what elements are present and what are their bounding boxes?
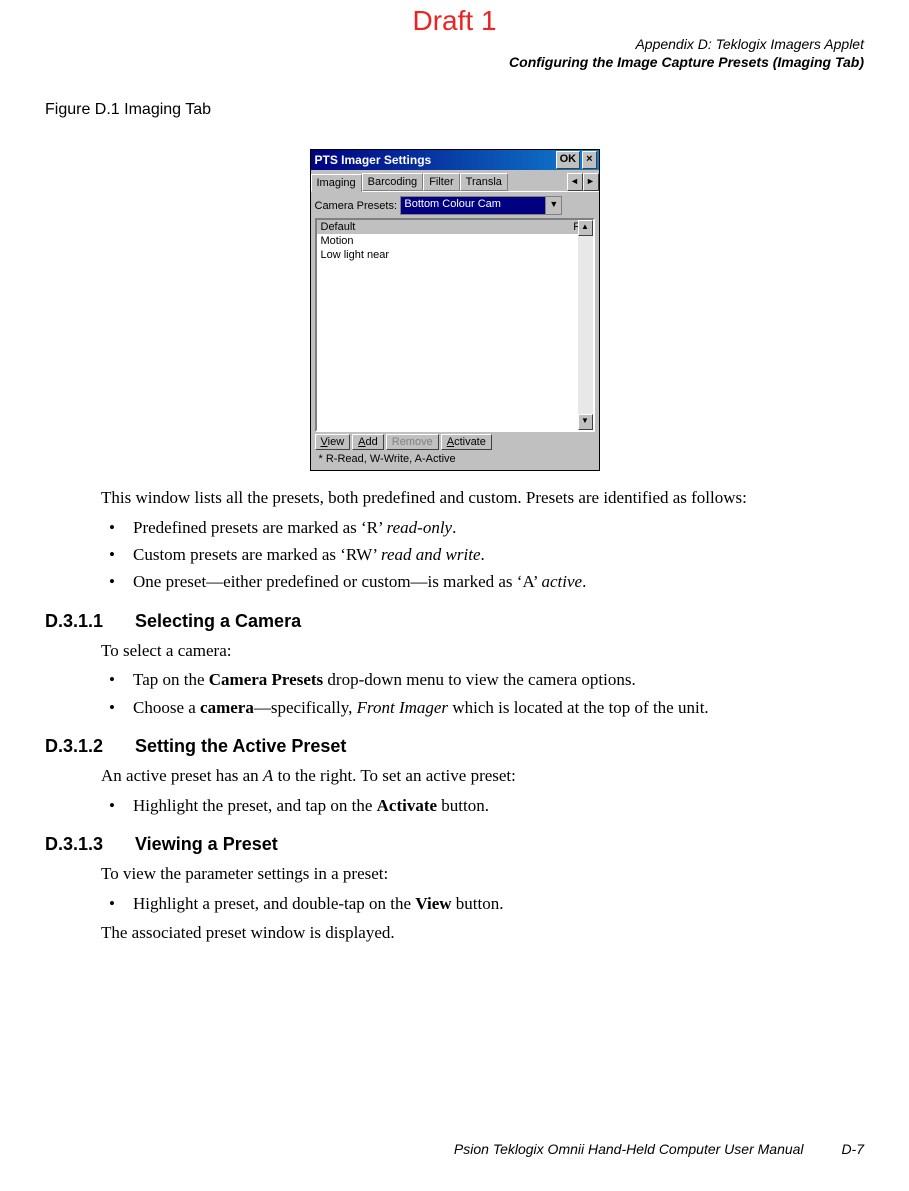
section-number: D.3.1.1 [45,611,135,632]
list-item: Highlight the preset, and tap on the Act… [101,795,854,816]
ok-button[interactable]: OK [556,151,581,169]
chevron-down-icon[interactable]: ▼ [545,197,561,214]
bullet-list: Highlight the preset, and tap on the Act… [101,795,854,816]
list-item: Highlight a preset, and double-tap on th… [101,893,854,914]
add-button[interactable]: Add [352,434,384,450]
preset-listbox[interactable]: Default RA Motion R Low light near R ▲ ▼ [315,218,595,432]
list-item: Choose a camera—specifically, Front Imag… [101,697,854,718]
page-number: D-7 [841,1141,864,1157]
preset-name: Low light near [321,248,581,262]
body-text: An active preset has an A to the right. … [101,765,854,787]
body-text: The associated preset window is displaye… [101,922,854,944]
list-item: Tap on the Camera Presets drop-down menu… [101,669,854,690]
heading-d312: D.3.1.2 Setting the Active Preset [45,736,864,757]
window-title: PTS Imager Settings [315,153,554,167]
camera-presets-label: Camera Presets: [315,200,398,212]
titlebar: PTS Imager Settings OK × [311,150,599,170]
preset-name: Default [321,220,574,234]
tab-imaging[interactable]: Imaging [311,174,362,192]
preset-name: Motion [321,234,581,248]
button-row: View Add Remove Activate [315,432,595,452]
section-title: Viewing a Preset [135,834,278,855]
tab-barcoding[interactable]: Barcoding [362,173,424,191]
scroll-up-icon[interactable]: ▲ [578,220,593,236]
camera-presets-selected: Bottom Colour Cam [401,197,545,214]
tab-scroll-right-icon[interactable]: ► [583,173,599,191]
header-line-section: Configuring the Image Capture Presets (I… [45,54,864,72]
section-title: Selecting a Camera [135,611,301,632]
activate-button[interactable]: Activate [441,434,492,450]
tab-filter[interactable]: Filter [423,173,459,191]
scroll-down-icon[interactable]: ▼ [578,414,593,430]
running-header: Appendix D: Teklogix Imagers Applet Conf… [45,36,864,71]
body-text: To view the parameter settings in a pres… [101,863,854,885]
watermark-draft: Draft 1 [412,5,496,37]
figure-caption: Figure D.1 Imaging Tab [45,101,864,119]
body-text: This window lists all the presets, both … [101,487,854,509]
list-item[interactable]: Default RA [317,220,593,234]
scroll-track[interactable] [578,236,593,414]
close-button[interactable]: × [582,151,596,169]
section-number: D.3.1.3 [45,834,135,855]
section-number: D.3.1.2 [45,736,135,757]
view-button[interactable]: View [315,434,351,450]
preset-legend: * R-Read, W-Write, A-Active [315,452,595,468]
tab-page: Camera Presets: Bottom Colour Cam ▼ Defa… [311,191,599,470]
tab-strip: Imaging Barcoding Filter Transla ◄ ► [311,170,599,191]
screenshot-container: PTS Imager Settings OK × Imaging Barcodi… [45,149,864,471]
tab-translate[interactable]: Transla [460,173,508,191]
section-title: Setting the Active Preset [135,736,346,757]
scrollbar[interactable]: ▲ ▼ [578,220,593,430]
heading-d313: D.3.1.3 Viewing a Preset [45,834,864,855]
list-item: Custom presets are marked as ‘RW’ read a… [101,544,854,565]
body-text: To select a camera: [101,640,854,662]
app-window: PTS Imager Settings OK × Imaging Barcodi… [310,149,600,471]
heading-d311: D.3.1.1 Selecting a Camera [45,611,864,632]
remove-button: Remove [386,434,439,450]
page-footer: Psion Teklogix Omnii Hand-Held Computer … [454,1141,864,1157]
footer-title: Psion Teklogix Omnii Hand-Held Computer … [454,1141,804,1157]
bullet-list: Tap on the Camera Presets drop-down menu… [101,669,854,718]
list-item: One preset—either predefined or custom—i… [101,571,854,592]
list-item[interactable]: Motion R [317,234,593,248]
bullet-list: Predefined presets are marked as ‘R’ rea… [101,517,854,593]
list-item: Predefined presets are marked as ‘R’ rea… [101,517,854,538]
bullet-list: Highlight a preset, and double-tap on th… [101,893,854,914]
list-item[interactable]: Low light near R [317,248,593,262]
header-line-appendix: Appendix D: Teklogix Imagers Applet [45,36,864,54]
tab-scroll-left-icon[interactable]: ◄ [567,173,583,191]
camera-presets-combo[interactable]: Bottom Colour Cam ▼ [400,196,562,215]
